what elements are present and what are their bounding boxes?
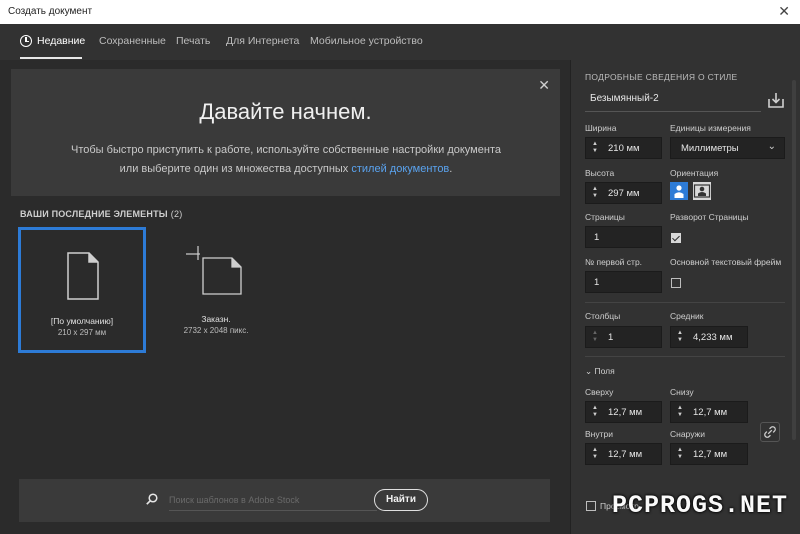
window-title: Создать документ — [8, 6, 93, 17]
recent-item-custom[interactable]: Заказн. 2732 x 2048 пикс. — [153, 228, 279, 352]
pages-label: Страницы — [585, 212, 625, 222]
welcome-description: Чтобы быстро приступить к работе, исполь… — [71, 141, 501, 179]
margin-inside-label: Внутри — [585, 429, 613, 439]
preset-details-title: ПОДРОБНЫЕ СВЕДЕНИЯ О СТИЛЕ — [585, 72, 738, 82]
width-stepper-icon[interactable]: ▲ ▼ — [592, 141, 598, 155]
pages-field[interactable]: 1 — [585, 226, 662, 248]
margin-outside-stepper-icon[interactable]: ▲ ▼ — [677, 447, 683, 461]
tab-recent[interactable]: Недавние — [37, 35, 85, 47]
watermark-text: PCPROGS.NET — [611, 491, 788, 520]
width-field[interactable]: ▲ ▼ 210 мм — [585, 137, 662, 159]
gutter-stepper-icon[interactable]: ▲ ▼ — [677, 330, 683, 344]
active-tab-indicator — [20, 57, 82, 59]
preset-details-panel: ПОДРОБНЫЕ СВЕДЕНИЯ О СТИЛЕ Безымянный-2 … — [570, 60, 800, 534]
recent-item-size: 210 x 297 мм — [57, 328, 107, 337]
welcome-heading: Давайте начнем. — [199, 99, 372, 124]
margin-outside-value: 12,7 мм — [693, 449, 728, 460]
panel-scrollbar[interactable] — [792, 80, 796, 440]
stock-search-bar: Найти — [19, 479, 550, 522]
save-preset-icon[interactable] — [767, 91, 785, 109]
columns-stepper-icon[interactable]: ▲ ▼ — [592, 330, 598, 344]
title-bar: Создать документ ✕ — [0, 0, 800, 24]
margin-inside-stepper-icon[interactable]: ▲ ▼ — [592, 447, 598, 461]
margin-outside-label: Снаружи — [670, 429, 705, 439]
margin-inside-field[interactable]: ▲ ▼ 12,7 мм — [585, 443, 662, 465]
portrait-orientation-icon[interactable] — [670, 182, 688, 200]
document-name-field[interactable]: Безымянный-2 — [590, 93, 659, 104]
height-stepper-icon[interactable]: ▲ ▼ — [592, 186, 598, 200]
recent-count: (2) — [170, 209, 183, 219]
units-value: Миллиметры — [681, 143, 739, 154]
window-close-button[interactable]: ✕ — [778, 3, 790, 20]
search-button[interactable]: Найти — [374, 489, 428, 511]
welcome-panel: ✕ Давайте начнем. Чтобы быстро приступит… — [11, 69, 560, 196]
gutter-value: 4,233 мм — [693, 332, 733, 343]
units-select[interactable]: Миллиметры ⌄ — [670, 137, 785, 159]
search-icon — [146, 493, 158, 505]
margin-bottom-value: 12,7 мм — [693, 407, 728, 418]
columns-value: 1 — [608, 332, 614, 343]
start-page-label: № первой стр. — [585, 257, 643, 267]
tab-web[interactable]: Для Интернета — [226, 35, 299, 47]
width-value: 210 мм — [608, 143, 640, 154]
preview-checkbox[interactable] — [586, 501, 596, 511]
recent-item-default[interactable]: [По умолчанию] 210 x 297 мм — [19, 228, 145, 352]
recent-item-size: 2732 x 2048 пикс. — [183, 326, 249, 335]
section-divider — [585, 302, 785, 303]
facing-pages-label: Разворот Страницы — [670, 212, 749, 222]
tab-saved[interactable]: Сохраненные — [99, 35, 166, 47]
stock-search-input[interactable] — [169, 490, 379, 510]
columns-field[interactable]: ▲ ▼ 1 — [585, 326, 662, 348]
gutter-field[interactable]: ▲ ▼ 4,233 мм — [670, 326, 748, 348]
start-page-value: 1 — [594, 277, 600, 288]
margin-top-field[interactable]: ▲ ▼ 12,7 мм — [585, 401, 662, 423]
columns-label: Столбцы — [585, 311, 621, 321]
main-area: ✕ Давайте начнем. Чтобы быстро приступит… — [0, 60, 570, 534]
recent-items-title: ВАШИ ПОСЛЕДНИЕ ЭЛЕМЕНТЫ (2) — [20, 209, 182, 219]
link-margins-button[interactable] — [760, 422, 780, 442]
clock-icon — [20, 35, 32, 47]
primary-text-frame-label: Основной текстовый фрейм — [670, 257, 782, 267]
start-page-field[interactable]: 1 — [585, 271, 662, 293]
recent-title-text: ВАШИ ПОСЛЕДНИЕ ЭЛЕМЕНТЫ — [20, 209, 168, 219]
width-label: Ширина — [585, 123, 617, 133]
facing-pages-checkbox[interactable] — [671, 233, 681, 243]
margins-label: Поля — [594, 366, 615, 376]
gutter-label: Средник — [670, 311, 704, 321]
units-label: Единицы измерения — [670, 123, 751, 133]
margin-bottom-field[interactable]: ▲ ▼ 12,7 мм — [670, 401, 748, 423]
margin-top-stepper-icon[interactable]: ▲ ▼ — [592, 405, 598, 419]
height-field[interactable]: ▲ ▼ 297 мм — [585, 182, 662, 204]
primary-text-frame-checkbox[interactable] — [671, 278, 681, 288]
margin-outside-field[interactable]: ▲ ▼ 12,7 мм — [670, 443, 748, 465]
orientation-label: Ориентация — [670, 168, 719, 178]
pages-value: 1 — [594, 232, 600, 243]
margin-inside-value: 12,7 мм — [608, 449, 643, 460]
chevron-down-icon: ⌄ — [767, 141, 776, 152]
tab-print[interactable]: Печать — [176, 35, 210, 47]
section-divider — [585, 356, 785, 357]
tab-bar: Недавние Сохраненные Печать Для Интернет… — [0, 24, 800, 60]
document-presets-link[interactable]: стилей документов — [351, 163, 449, 175]
chevron-down-icon: ⌄ — [585, 366, 593, 376]
height-value: 297 мм — [608, 188, 640, 199]
margin-bottom-label: Снизу — [670, 387, 694, 397]
welcome-close-button[interactable]: ✕ — [538, 77, 550, 94]
document-icon — [67, 252, 99, 300]
margins-section-toggle[interactable]: ⌄ Поля — [585, 366, 615, 377]
margin-top-value: 12,7 мм — [608, 407, 643, 418]
recent-item-name: Заказн. — [201, 314, 231, 324]
landscape-orientation-icon[interactable] — [693, 182, 711, 200]
recent-item-name: [По умолчанию] — [50, 316, 114, 326]
panel-divider — [570, 60, 571, 534]
search-underline — [169, 510, 377, 511]
tab-mobile[interactable]: Мобильное устройство — [310, 35, 423, 47]
document-name-underline — [585, 111, 761, 112]
height-label: Высота — [585, 168, 615, 178]
margin-bottom-stepper-icon[interactable]: ▲ ▼ — [677, 405, 683, 419]
custom-size-icon — [186, 246, 242, 295]
welcome-text-end: . — [449, 163, 453, 175]
margin-top-label: Сверху — [585, 387, 614, 397]
